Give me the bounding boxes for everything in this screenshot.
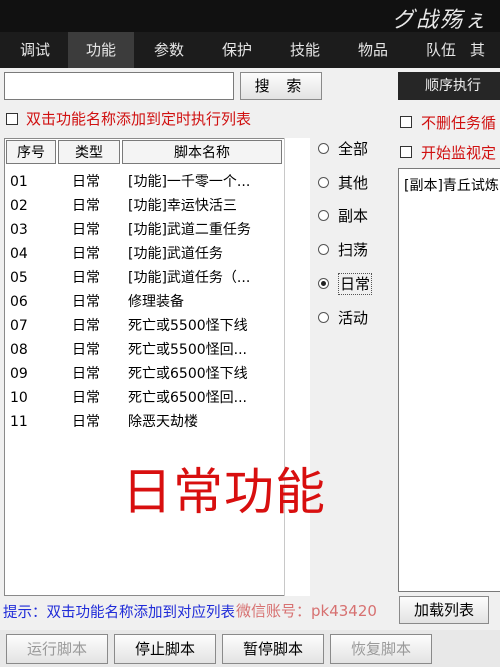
table-row[interactable]: 02 日常 [功能]幸运快活三: [6, 194, 284, 218]
row-name: 死亡或6500怪回...: [128, 390, 247, 406]
column-header-num[interactable]: 序号: [6, 140, 56, 164]
row-type: 日常: [72, 222, 100, 238]
row-num: 04: [10, 246, 28, 262]
radio-label: 其他: [338, 174, 369, 192]
radio-dot: [318, 210, 329, 221]
tab-debug[interactable]: 调试: [2, 32, 68, 68]
row-num: 07: [10, 318, 28, 334]
tab-skills[interactable]: 技能: [272, 32, 338, 68]
row-type: 日常: [72, 414, 100, 430]
stop-script-button[interactable]: 停止脚本: [114, 634, 216, 664]
add-timer-label: 双击功能名称添加到定时执行列表: [26, 110, 252, 128]
tab-team[interactable]: 队伍: [408, 32, 474, 68]
row-type: 日常: [72, 198, 100, 214]
radio-label: 全部: [338, 140, 369, 158]
filter-radio-sweep[interactable]: 扫荡: [316, 239, 396, 263]
row-num: 10: [10, 390, 28, 406]
table-row[interactable]: 06 日常 修理装备: [6, 290, 284, 314]
table-row[interactable]: 07 日常 死亡或5500怪下线: [6, 314, 284, 338]
table-row[interactable]: 03 日常 [功能]武道二重任务: [6, 218, 284, 242]
filter-radio-all[interactable]: 全部: [316, 138, 396, 162]
hint-text: 提示：双击功能名称添加到对应列表: [3, 605, 235, 621]
row-type: 日常: [72, 246, 100, 262]
row-type: 日常: [72, 174, 100, 190]
add-timer-checkbox[interactable]: [6, 113, 18, 125]
row-num: 05: [10, 270, 28, 286]
tab-functions[interactable]: 功能: [68, 32, 134, 68]
table-row[interactable]: 04 日常 [功能]武道任务: [6, 242, 284, 266]
row-name: [功能]武道任务: [128, 246, 223, 262]
row-num: 03: [10, 222, 28, 238]
tab-other[interactable]: 其: [470, 32, 500, 68]
radio-label: 日常: [338, 273, 373, 295]
radio-label: 扫荡: [338, 241, 369, 259]
filter-radio-other[interactable]: 其他: [316, 172, 396, 196]
filter-radio-daily[interactable]: 日常: [316, 273, 396, 297]
row-type: 日常: [72, 342, 100, 358]
pause-script-button[interactable]: 暂停脚本: [222, 634, 324, 664]
sequential-exec-header[interactable]: 顺序执行: [398, 72, 500, 100]
overlay-caption: 日常功能: [122, 463, 326, 521]
radio-dot: [318, 143, 329, 154]
row-type: 日常: [72, 270, 100, 286]
filter-radio-dungeon[interactable]: 副本: [316, 205, 396, 229]
radio-label: 副本: [338, 207, 369, 225]
table-scrollbar[interactable]: [284, 138, 310, 596]
radio-dot: [318, 244, 329, 255]
tab-protect[interactable]: 保护: [204, 32, 270, 68]
keep-task-loop-checkbox[interactable]: [400, 116, 412, 128]
list-item[interactable]: [副本]青丘试炼: [404, 175, 499, 195]
table-row[interactable]: 11 日常 除恶天劫楼: [6, 410, 284, 434]
table-row[interactable]: 09 日常 死亡或6500怪下线: [6, 362, 284, 386]
search-button[interactable]: 搜 索: [240, 72, 322, 100]
row-name: 除恶天劫楼: [128, 414, 198, 430]
row-num: 06: [10, 294, 28, 310]
row-name: [功能]武道二重任务: [128, 222, 251, 238]
title-bar: グ战殇ぇ: [0, 0, 500, 33]
keep-task-loop-label: 不删任务循: [421, 114, 497, 132]
radio-label: 活动: [338, 309, 369, 327]
table-row[interactable]: 05 日常 [功能]武道任务（...: [6, 266, 284, 290]
table-row[interactable]: 08 日常 死亡或5500怪回...: [6, 338, 284, 362]
load-list-button[interactable]: 加载列表: [399, 596, 489, 624]
watermark: 微信账号：pk43420: [236, 602, 377, 620]
row-name: 修理装备: [128, 294, 184, 310]
row-name: [功能]武道任务（...: [128, 270, 251, 286]
row-num: 01: [10, 174, 28, 190]
column-header-name[interactable]: 脚本名称: [122, 140, 282, 164]
radio-dot: [318, 177, 329, 188]
tab-items[interactable]: 物品: [340, 32, 406, 68]
table-row[interactable]: 01 日常 [功能]一千零一个...: [6, 170, 284, 194]
column-header-type[interactable]: 类型: [58, 140, 120, 164]
window-title: グ战殇ぇ: [391, 8, 488, 33]
start-monitor-label: 开始监视定: [421, 144, 497, 162]
row-name: 死亡或5500怪下线: [128, 318, 248, 334]
tab-params[interactable]: 参数: [136, 32, 202, 68]
row-name: 死亡或6500怪下线: [128, 366, 248, 382]
radio-dot-selected: [318, 278, 329, 289]
table-row[interactable]: 10 日常 死亡或6500怪回...: [6, 386, 284, 410]
tab-bar: 调试 功能 参数 保护 技能 物品 队伍 其: [0, 32, 500, 68]
row-num: 08: [10, 342, 28, 358]
resume-script-button[interactable]: 恢复脚本: [330, 634, 432, 664]
row-num: 11: [10, 414, 28, 430]
run-script-button[interactable]: 运行脚本: [6, 634, 108, 664]
row-name: 死亡或5500怪回...: [128, 342, 247, 358]
exec-list[interactable]: [副本]青丘试炼: [398, 168, 500, 592]
radio-dot: [318, 312, 329, 323]
search-input[interactable]: [4, 72, 234, 100]
row-type: 日常: [72, 366, 100, 382]
row-name: [功能]一千零一个...: [128, 174, 251, 190]
filter-radio-event[interactable]: 活动: [316, 307, 396, 331]
row-type: 日常: [72, 390, 100, 406]
start-monitor-checkbox[interactable]: [400, 146, 412, 158]
row-type: 日常: [72, 318, 100, 334]
row-type: 日常: [72, 294, 100, 310]
row-name: [功能]幸运快活三: [128, 198, 237, 214]
row-num: 09: [10, 366, 28, 382]
row-num: 02: [10, 198, 28, 214]
